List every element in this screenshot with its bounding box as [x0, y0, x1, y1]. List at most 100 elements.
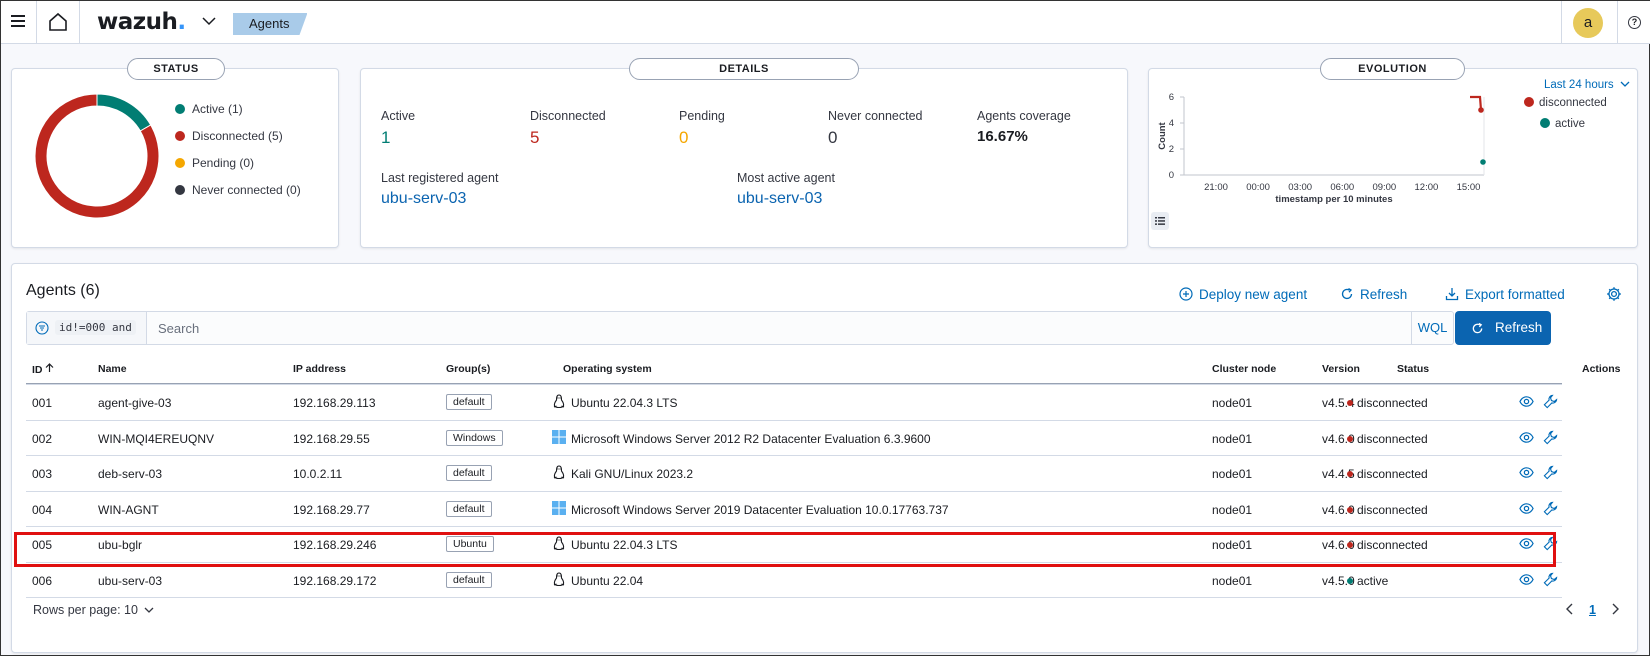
legend-item-pending[interactable]: Pending (0)	[175, 156, 254, 170]
column-header-cluster[interactable]: Cluster node	[1212, 363, 1276, 375]
refresh-link[interactable]: Refresh	[1341, 287, 1407, 302]
group-badge[interactable]: default	[446, 500, 492, 517]
breadcrumb-agents[interactable]: Agents	[233, 13, 307, 35]
legend-item-disconnected[interactable]: Disconnected (5)	[175, 129, 283, 143]
legend-dot	[175, 104, 185, 114]
cell-cluster: node01	[1212, 502, 1253, 517]
refresh-button[interactable]: Refresh	[1455, 311, 1551, 345]
evo-legend-active[interactable]: active	[1540, 118, 1585, 130]
stat-value-disconnected[interactable]: 5	[530, 128, 539, 148]
table-row[interactable]: 001 agent-give-03 192.168.29.113 Ubuntu 22.…	[26, 384, 1562, 418]
details-panel: DETAILS Active 1 Disconnected 5 Pending …	[360, 58, 1128, 248]
top-header: wazuh. Agents a ?	[1, 1, 1650, 44]
column-header-ip[interactable]: IP address	[293, 363, 346, 375]
search-input[interactable]: Search	[158, 321, 199, 336]
column-header-os[interactable]: Operating system	[563, 363, 652, 375]
stat-label-active: Active	[381, 109, 416, 123]
page-button-1[interactable]: 1	[1589, 603, 1596, 617]
status-dot	[1347, 471, 1353, 477]
cell-cluster: node01	[1212, 573, 1253, 588]
cell-name: WIN-MQI4EREUQNV	[98, 431, 215, 446]
cell-name: WIN-AGNT	[98, 502, 159, 517]
list-icon	[1155, 217, 1165, 225]
cell-name: deb-serv-03	[98, 467, 163, 481]
chevron-left-icon[interactable]	[1565, 603, 1575, 615]
cell-id: 004	[32, 502, 53, 517]
cell-ip: 192.168.29.172	[293, 573, 377, 588]
view-eye-icon[interactable]	[1519, 501, 1534, 519]
configure-wrench-icon[interactable]	[1543, 465, 1558, 483]
x-tick-label: 12:00	[1415, 182, 1439, 193]
last-registered-link[interactable]: ubu-serv-03	[381, 190, 466, 208]
cell-cluster: node01	[1212, 396, 1253, 410]
configure-wrench-icon[interactable]	[1543, 572, 1558, 590]
y-axis-label: Count	[1157, 121, 1168, 149]
chevron-down-icon[interactable]	[201, 15, 217, 27]
view-eye-icon[interactable]	[1519, 572, 1534, 590]
x-tick-label: 00:00	[1246, 182, 1270, 193]
stat-value-active[interactable]: 1	[381, 128, 390, 148]
group-badge[interactable]: default	[446, 571, 492, 588]
legend-dot	[1540, 118, 1550, 128]
cell-status: active	[1357, 573, 1389, 588]
agents-table-title: Agents (6)	[26, 282, 100, 299]
evolution-line-chart: 0 2 4 6 21:00 00:00 03:00 06:00 09:00 12:00 15:00 t…	[1157, 92, 1486, 205]
details-panel-title: DETAILS	[629, 58, 859, 80]
wql-button[interactable]: WQL	[1411, 312, 1453, 344]
group-badge[interactable]: default	[446, 394, 492, 410]
deploy-new-agent-link[interactable]: Deploy new agent	[1179, 287, 1307, 302]
home-icon[interactable]	[48, 12, 68, 32]
cell-os: Microsoft Windows Server 2012 R2 Datacen…	[571, 431, 931, 446]
data-point-disconnected	[1478, 107, 1484, 113]
cell-cluster: node01	[1212, 431, 1253, 446]
filter-section[interactable]: id!=000 and	[27, 312, 147, 344]
x-tick-label: 21:00	[1204, 182, 1228, 193]
view-eye-icon[interactable]	[1519, 430, 1534, 448]
view-eye-icon[interactable]	[1519, 394, 1534, 412]
view-eye-icon[interactable]	[1519, 465, 1534, 483]
rows-per-page-select[interactable]: Rows per page: 10	[33, 603, 154, 617]
column-header-status[interactable]: Status	[1397, 363, 1429, 375]
help-icon[interactable]: ?	[1628, 16, 1641, 29]
wazuh-logo[interactable]: wazuh.	[97, 9, 186, 35]
table-row[interactable]: 002 WIN-MQI4EREUQNV 192.168.29.55 Microsoft…	[26, 419, 1562, 454]
configure-wrench-icon[interactable]	[1543, 501, 1558, 519]
legend-item-active[interactable]: Active (1)	[175, 102, 243, 116]
evo-legend-disconnected[interactable]: disconnected	[1524, 97, 1607, 109]
menu-icon[interactable]	[10, 13, 26, 29]
stat-value-pending[interactable]: 0	[679, 128, 688, 148]
evolution-panel-title: EVOLUTION	[1320, 58, 1465, 80]
stat-value-never-connected[interactable]: 0	[828, 128, 837, 148]
export-formatted-link[interactable]: Export formatted	[1445, 287, 1565, 302]
column-header-version[interactable]: Version	[1322, 363, 1360, 375]
column-header-name[interactable]: Name	[98, 363, 127, 375]
group-badge[interactable]: Windows	[446, 429, 503, 446]
filter-query: id!=000 and	[55, 320, 136, 335]
legend-toggle-button[interactable]	[1151, 212, 1169, 230]
status-panel: STATUS Active (1) Disconnected (5) Pendi…	[11, 58, 339, 248]
status-dot	[1347, 577, 1353, 584]
table-row[interactable]: 004 WIN-AGNT 192.168.29.77 Microsoft Window…	[26, 490, 1562, 525]
cell-ip: 192.168.29.113	[293, 396, 376, 410]
chevron-right-icon[interactable]	[1610, 603, 1620, 615]
x-tick-label: 03:00	[1288, 182, 1312, 193]
group-badge[interactable]: default	[446, 465, 492, 481]
cell-id: 003	[32, 467, 53, 481]
avatar[interactable]: a	[1573, 8, 1603, 38]
legend-dot	[175, 158, 185, 168]
column-header-groups[interactable]: Group(s)	[446, 363, 490, 375]
gear-icon[interactable]	[1606, 286, 1622, 302]
cell-id: 002	[32, 431, 53, 446]
column-header-id[interactable]: ID	[32, 363, 54, 376]
donut-slice-active[interactable]	[96, 93, 152, 132]
table-row[interactable]: 003 deb-serv-03 10.0.2.11 Kali GNU/Linux 20…	[26, 455, 1562, 489]
configure-wrench-icon[interactable]	[1543, 394, 1558, 412]
configure-wrench-icon[interactable]	[1543, 430, 1558, 448]
most-active-link[interactable]: ubu-serv-03	[737, 190, 822, 208]
download-icon	[1445, 288, 1459, 301]
legend-item-never-connected[interactable]: Never connected (0)	[175, 183, 301, 197]
legend-dot	[1524, 97, 1534, 107]
stat-value-coverage: 16.67%	[977, 128, 1028, 145]
time-range-picker[interactable]: Last 24 hours	[1544, 79, 1630, 91]
header-bottom-border	[26, 383, 1562, 384]
